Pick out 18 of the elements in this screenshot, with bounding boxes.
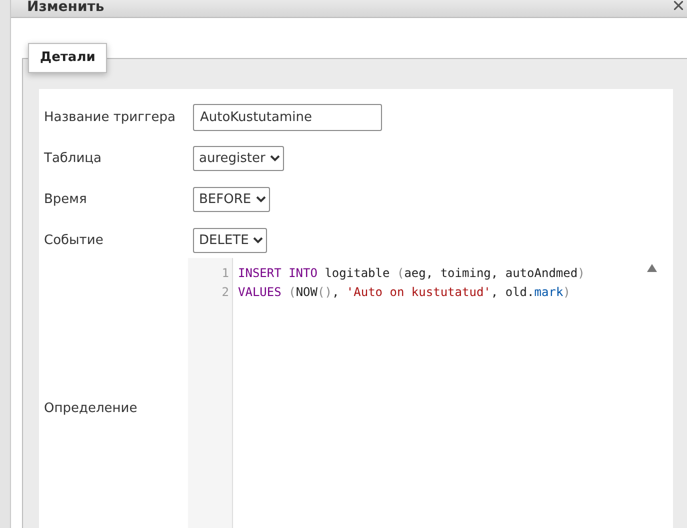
tab[interactable]: Детали	[28, 43, 108, 73]
field-label: Название триггера	[43, 110, 177, 125]
field-label: Определение	[43, 400, 138, 416]
code-line: VALUES (NOW(), 'Auto on kustutatud', old.mark)	[238, 284, 572, 301]
dropdown[interactable]: auregister	[193, 146, 284, 171]
line-number: 2	[220, 284, 230, 301]
dropdown[interactable]: DELETE	[193, 228, 267, 253]
code-line: INSERT INTO logitable (aeg, toiming, autoAndmed)	[238, 265, 585, 282]
text-field[interactable]: AutoKustutamine	[193, 104, 382, 131]
field-label: Таблица	[43, 151, 102, 166]
line-number: 1	[220, 265, 230, 282]
dialog-title: Изменить	[27, 0, 104, 14]
scroll-up-icon[interactable]	[647, 264, 657, 272]
field-label: Время	[43, 192, 88, 207]
field-label: Событие	[43, 233, 104, 248]
close-icon[interactable]	[674, 1, 683, 10]
code-editor[interactable]: 1 2 INSERT INTO logitable (aeg, toiming, autoAndmed) VALUES (NOW(), 'Auto on kustutatud', old.mark)	[188, 258, 673, 528]
dropdown[interactable]: BEFORE	[193, 187, 270, 212]
